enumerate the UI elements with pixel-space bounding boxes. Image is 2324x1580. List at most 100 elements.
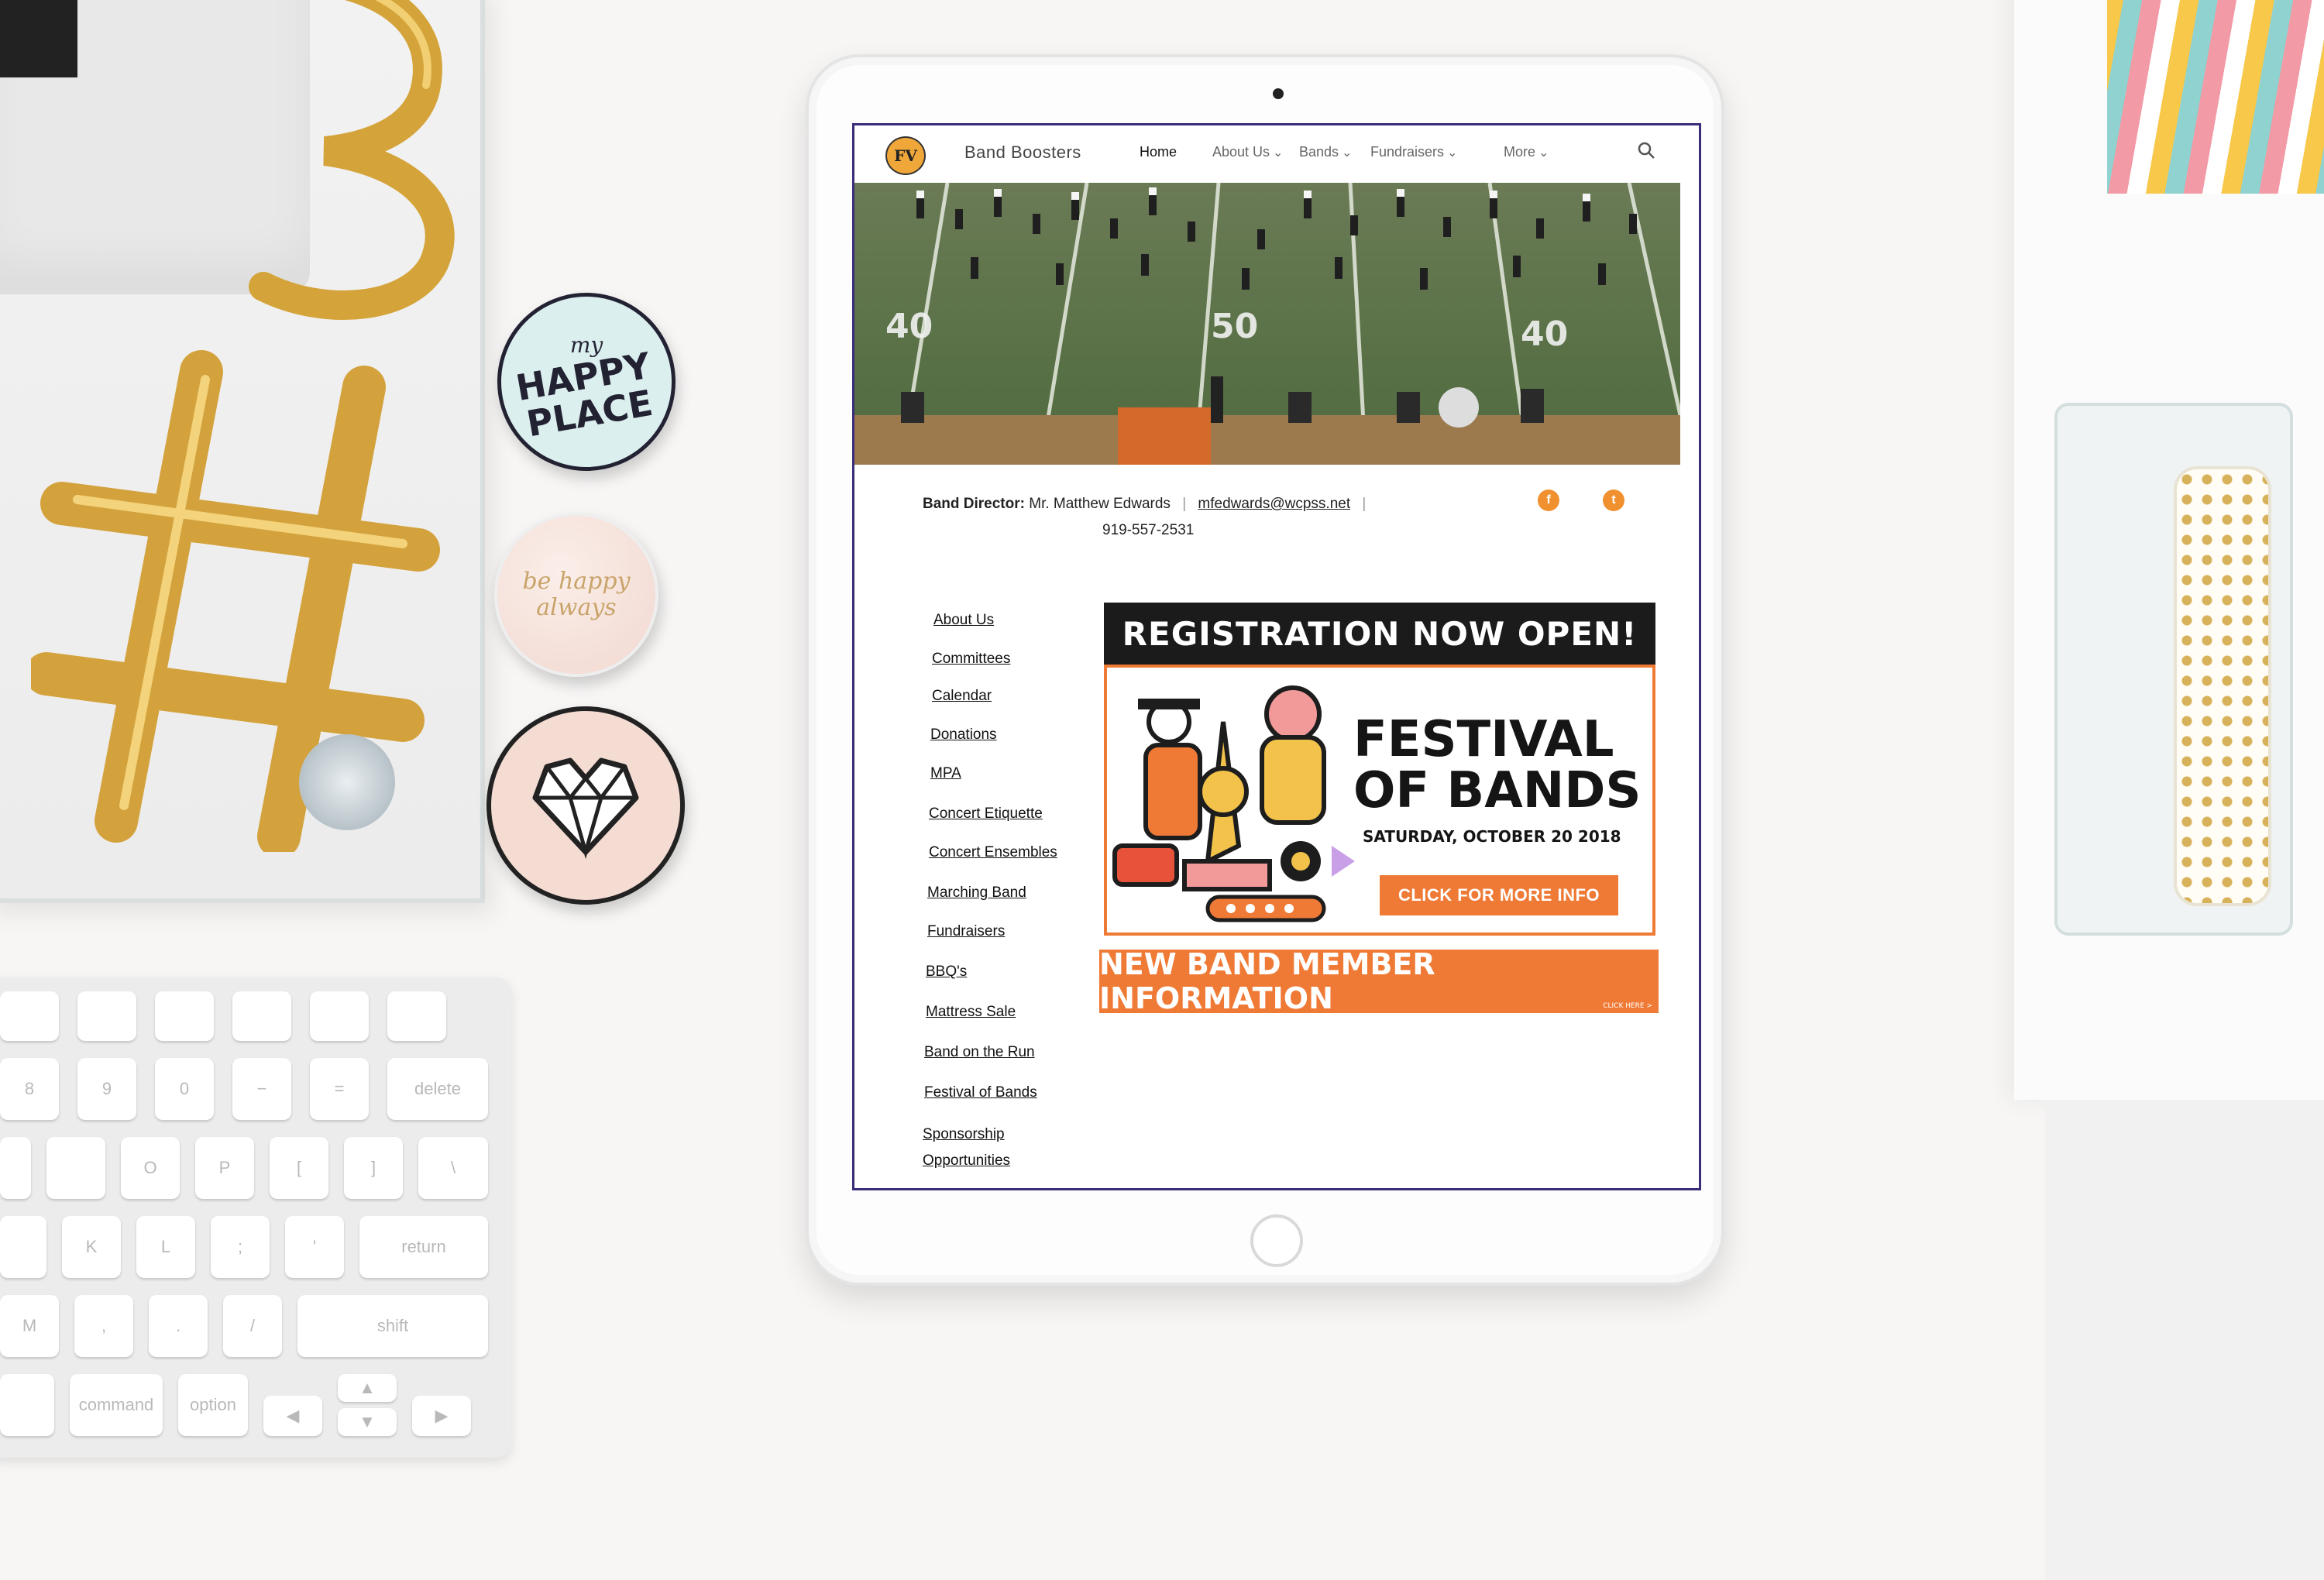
nav-about-label: About Us bbox=[1212, 144, 1270, 160]
director-phone: 919-557-2531 bbox=[1102, 522, 1195, 538]
home-button[interactable] bbox=[1250, 1214, 1303, 1267]
nav-fundraisers[interactable]: Fundraisers ⌄ bbox=[1370, 144, 1457, 160]
side-link-donations[interactable]: Donations bbox=[930, 726, 997, 744]
side-link-band-on-the-run[interactable]: Band on the Run bbox=[924, 1044, 1035, 1061]
pencil-cup bbox=[2107, 0, 2324, 194]
festival-date: SATURDAY, OCTOBER 20 2018 bbox=[1363, 827, 1621, 846]
keyboard-key: ◀ bbox=[263, 1396, 322, 1436]
keyboard-key bbox=[0, 991, 59, 1041]
keyboard-key: = bbox=[310, 1058, 369, 1120]
click-here-text: CLICK HERE > bbox=[1603, 1002, 1652, 1010]
nav-home-label: Home bbox=[1140, 144, 1177, 160]
divider: | bbox=[1362, 496, 1367, 512]
search-icon[interactable] bbox=[1637, 141, 1655, 160]
keyboard-key: . bbox=[149, 1295, 208, 1357]
side-link-marching-band[interactable]: Marching Band bbox=[927, 884, 1026, 902]
chevron-down-icon: ⌄ bbox=[1447, 146, 1458, 160]
nav-home[interactable]: Home bbox=[1140, 144, 1177, 160]
nav-fundraisers-label: Fundraisers bbox=[1370, 144, 1445, 160]
tray-bottom bbox=[2045, 1100, 2324, 1580]
keyboard-key: , bbox=[74, 1295, 133, 1357]
side-link-mattress-sale[interactable]: Mattress Sale bbox=[926, 1004, 1016, 1021]
svg-text:50: 50 bbox=[1211, 307, 1258, 346]
gold-letter-decor bbox=[249, 0, 455, 320]
chevron-down-icon: ⌄ bbox=[1273, 146, 1284, 160]
festival-title-line2: OF BANDS bbox=[1353, 762, 1642, 819]
registration-banner[interactable]: REGISTRATION NOW OPEN! FESTIVAL OF BANDS… bbox=[1104, 603, 1655, 937]
keyboard-key: M bbox=[0, 1295, 59, 1357]
side-link-concert-etiquette[interactable]: Concert Etiquette bbox=[929, 805, 1043, 823]
keyboard-key: 9 bbox=[77, 1058, 136, 1120]
happy-place-magnet: my HAPPY PLACE bbox=[497, 293, 676, 471]
side-link-festival-of-bands[interactable]: Festival of Bands bbox=[924, 1084, 1037, 1101]
keyboard-key: − bbox=[232, 1058, 291, 1120]
side-link-bbqs[interactable]: BBQ's bbox=[926, 963, 967, 981]
side-link-committees[interactable]: Committees bbox=[932, 651, 1010, 668]
divider: | bbox=[1182, 496, 1187, 512]
keyboard-key: 0 bbox=[155, 1058, 214, 1120]
keyboard-key: delete bbox=[387, 1058, 488, 1120]
keyboard-key bbox=[310, 991, 369, 1041]
keyboard-key: / bbox=[223, 1295, 282, 1357]
side-link-fundraisers[interactable]: Fundraisers bbox=[927, 923, 1005, 940]
keyboard-key: K bbox=[62, 1216, 121, 1278]
site-logo[interactable]: FV bbox=[885, 136, 926, 175]
keyboard-key bbox=[0, 1137, 31, 1199]
nav-more[interactable]: More ⌄ bbox=[1504, 144, 1549, 160]
marching-band-hero-image: 40 50 40 bbox=[854, 183, 1680, 465]
musicians-illustration bbox=[1107, 675, 1355, 931]
keyboard-key bbox=[77, 991, 136, 1041]
festival-title: FESTIVAL OF BANDS bbox=[1353, 714, 1642, 816]
keyboard-key: option bbox=[178, 1374, 248, 1436]
keyboard-key bbox=[232, 991, 291, 1041]
keyboard-key: command bbox=[70, 1374, 163, 1436]
side-link-about-us[interactable]: About Us bbox=[933, 612, 994, 629]
twitter-icon[interactable]: t bbox=[1603, 489, 1624, 511]
keyboard-key: \ bbox=[418, 1137, 488, 1199]
side-link-opportunities[interactable]: Opportunities bbox=[923, 1152, 1010, 1170]
keyboard-key: ; bbox=[211, 1216, 270, 1278]
camera-icon bbox=[1273, 88, 1284, 99]
keyboard-key: ▶ bbox=[412, 1396, 471, 1436]
heart-magnet bbox=[486, 706, 685, 905]
keyboard-key: 8 bbox=[0, 1058, 59, 1120]
tablet-screen: FV Band Boosters Home About Us ⌄ Bands ⌄ F… bbox=[854, 125, 1699, 1188]
facebook-icon[interactable]: f bbox=[1538, 489, 1559, 511]
festival-title-line1: FESTIVAL bbox=[1353, 711, 1614, 768]
keyboard-key bbox=[155, 991, 214, 1041]
keyboard-key: P bbox=[195, 1137, 254, 1199]
festival-of-bands-panel: FESTIVAL OF BANDS SATURDAY, OCTOBER 20 2… bbox=[1104, 665, 1655, 936]
keyboard-key: shift bbox=[297, 1295, 488, 1357]
keyboard-key bbox=[46, 1137, 105, 1199]
site-title[interactable]: Band Boosters bbox=[964, 143, 1081, 163]
side-link-calendar[interactable]: Calendar bbox=[932, 688, 992, 705]
side-link-mpa[interactable]: MPA bbox=[930, 765, 961, 782]
magnet-text-big: HAPPY PLACE bbox=[513, 344, 656, 445]
registration-header: REGISTRATION NOW OPEN! bbox=[1104, 603, 1655, 665]
keyboard-key: O bbox=[121, 1137, 180, 1199]
side-link-concert-ensembles[interactable]: Concert Ensembles bbox=[929, 844, 1057, 861]
be-happy-magnet: be happy always bbox=[494, 513, 658, 677]
nav-about-us[interactable]: About Us ⌄ bbox=[1212, 144, 1283, 160]
keyboard-key bbox=[0, 1216, 46, 1278]
svg-text:40: 40 bbox=[885, 307, 933, 346]
nav-bands[interactable]: Bands ⌄ bbox=[1299, 144, 1352, 160]
new-band-member-banner[interactable]: NEW BAND MEMBER INFORMATION CLICK HERE > bbox=[1099, 947, 1659, 1015]
keyboard-key: L bbox=[136, 1216, 195, 1278]
chevron-down-icon: ⌄ bbox=[1538, 146, 1549, 160]
keyboard-key: ▲ bbox=[338, 1374, 397, 1402]
keyboard-key bbox=[387, 991, 446, 1041]
director-name: Mr. Matthew Edwards bbox=[1029, 496, 1171, 512]
nav-bands-label: Bands bbox=[1299, 144, 1339, 160]
keyboard-key: ▼ bbox=[338, 1408, 397, 1436]
polka-dot-tape bbox=[2174, 466, 2271, 906]
side-link-sponsorship[interactable]: Sponsorship bbox=[923, 1126, 1005, 1143]
keyboard-key: ] bbox=[344, 1137, 403, 1199]
more-info-button[interactable]: CLICK FOR MORE INFO bbox=[1380, 875, 1618, 915]
director-label: Band Director: bbox=[923, 496, 1025, 512]
chevron-down-icon: ⌄ bbox=[1342, 146, 1353, 160]
new-band-member-label: NEW BAND MEMBER INFORMATION bbox=[1099, 947, 1435, 1015]
director-email-link[interactable]: mfedwards@wcpss.net bbox=[1198, 496, 1350, 512]
keyboard-key: return bbox=[359, 1216, 488, 1278]
metal-cylinder bbox=[299, 734, 395, 830]
